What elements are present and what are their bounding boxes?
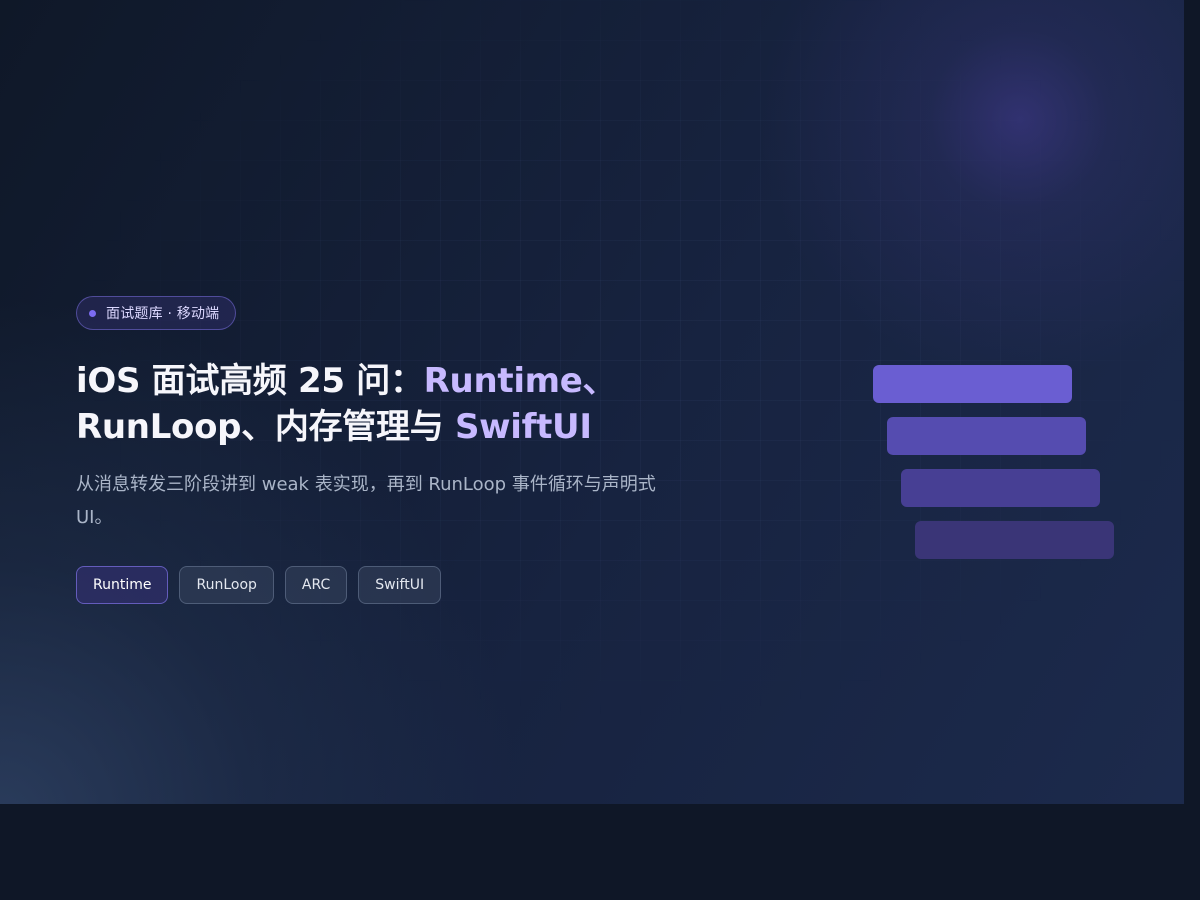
page-title: iOS 面试高频 25 问：Runtime、 RunLoop、内存管理与 Swif… [76, 358, 776, 450]
category-badge: 面试题库 · 移动端 [76, 296, 237, 330]
tag-arc[interactable]: ARC [284, 566, 348, 604]
title-accent-1: Runtime、 [423, 361, 617, 401]
title-part-2: RunLoop、内存管理与 [76, 407, 455, 447]
hero-section: 面试题库 · 移动端 iOS 面试高频 25 问：Runtime、 RunLoop… [0, 0, 1184, 804]
category-badge-label: 面试题库 · 移动端 [106, 306, 220, 322]
status-dot-icon [89, 309, 96, 317]
page-subtitle: 从消息转发三阶段讲到 weak 表实现，再到 RunLoop 事件循环与声明式 … [76, 474, 656, 528]
title-part-1: iOS 面试高频 25 问： [76, 361, 424, 401]
tag-swiftui[interactable]: SwiftUI [358, 566, 442, 604]
tag-runtime[interactable]: Runtime [76, 566, 169, 604]
topic-tag-list: Runtime RunLoop ARC SwiftUI [76, 566, 442, 604]
tag-runloop[interactable]: RunLoop [179, 566, 274, 604]
title-accent-2: SwiftUI [454, 407, 592, 447]
